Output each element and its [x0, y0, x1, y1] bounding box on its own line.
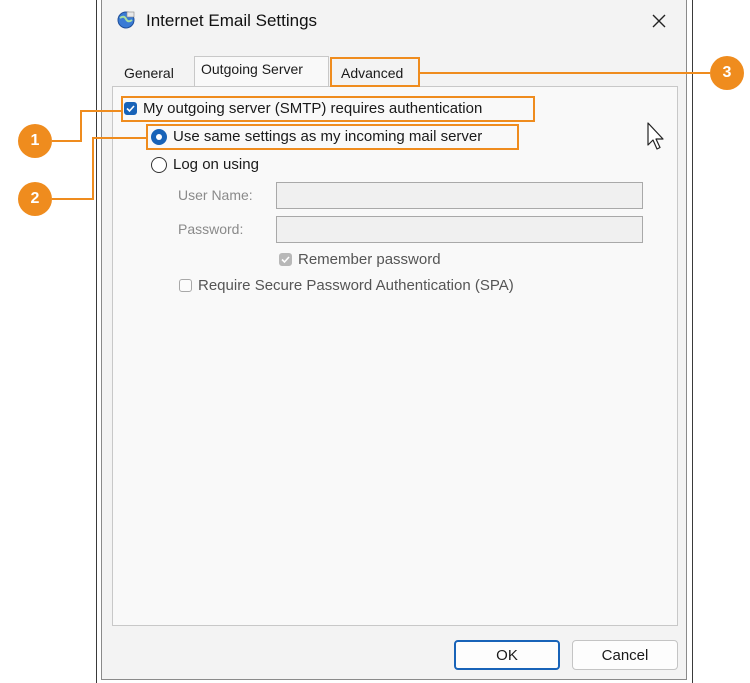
callout-badge-2: 2 [18, 182, 52, 216]
callout-connector [92, 137, 94, 200]
smtp-auth-checkbox[interactable] [124, 102, 137, 115]
mouse-pointer-icon [647, 122, 664, 150]
tab-general[interactable]: General [124, 65, 174, 81]
background-window-edge [96, 0, 97, 683]
callout-connector [52, 140, 82, 142]
same-settings-label: Use same settings as my incoming mail se… [173, 128, 483, 145]
callout-connector [80, 110, 82, 142]
checkmark-icon [126, 105, 135, 113]
remember-password-label: Remember password [298, 251, 441, 268]
username-label: User Name: [178, 187, 253, 203]
password-field[interactable] [276, 216, 643, 243]
callout-connector [80, 110, 122, 112]
log-on-label: Log on using [173, 156, 259, 173]
tab-advanced[interactable]: Advanced [341, 65, 403, 81]
tab-outgoing-server[interactable]: Outgoing Server [194, 56, 329, 86]
callout-connector [92, 137, 147, 139]
cancel-button[interactable]: Cancel [572, 640, 678, 670]
close-icon [652, 14, 666, 28]
log-on-radio[interactable] [151, 156, 167, 173]
spa-label: Require Secure Password Authentication (… [198, 277, 514, 294]
same-settings-radio[interactable] [151, 128, 167, 145]
callout-connector [52, 198, 94, 200]
title-bar: Internet Email Settings [102, 0, 686, 44]
smtp-auth-checkbox-row[interactable]: My outgoing server (SMTP) requires authe… [124, 100, 482, 117]
checkmark-icon [281, 256, 290, 264]
spa-row[interactable]: Require Secure Password Authentication (… [179, 277, 514, 294]
internet-email-settings-dialog: Internet Email Settings General Outgoing… [101, 0, 687, 680]
dialog-title: Internet Email Settings [146, 11, 318, 30]
username-field[interactable] [276, 182, 643, 209]
callout-badge-1: 1 [18, 124, 52, 158]
remember-password-checkbox[interactable] [279, 253, 292, 266]
close-button[interactable] [644, 6, 674, 36]
background-window-edge [692, 0, 693, 683]
spa-checkbox[interactable] [179, 279, 192, 292]
remember-password-row[interactable]: Remember password [279, 251, 441, 268]
smtp-auth-label: My outgoing server (SMTP) requires authe… [143, 100, 483, 117]
globe-mail-icon [117, 11, 135, 29]
log-on-radio-row[interactable]: Log on using [151, 156, 259, 173]
ok-button[interactable]: OK [454, 640, 560, 670]
callout-badge-3: 3 [710, 56, 744, 90]
password-label: Password: [178, 221, 244, 237]
callout-connector [420, 72, 710, 74]
same-settings-radio-row[interactable]: Use same settings as my incoming mail se… [151, 128, 482, 145]
